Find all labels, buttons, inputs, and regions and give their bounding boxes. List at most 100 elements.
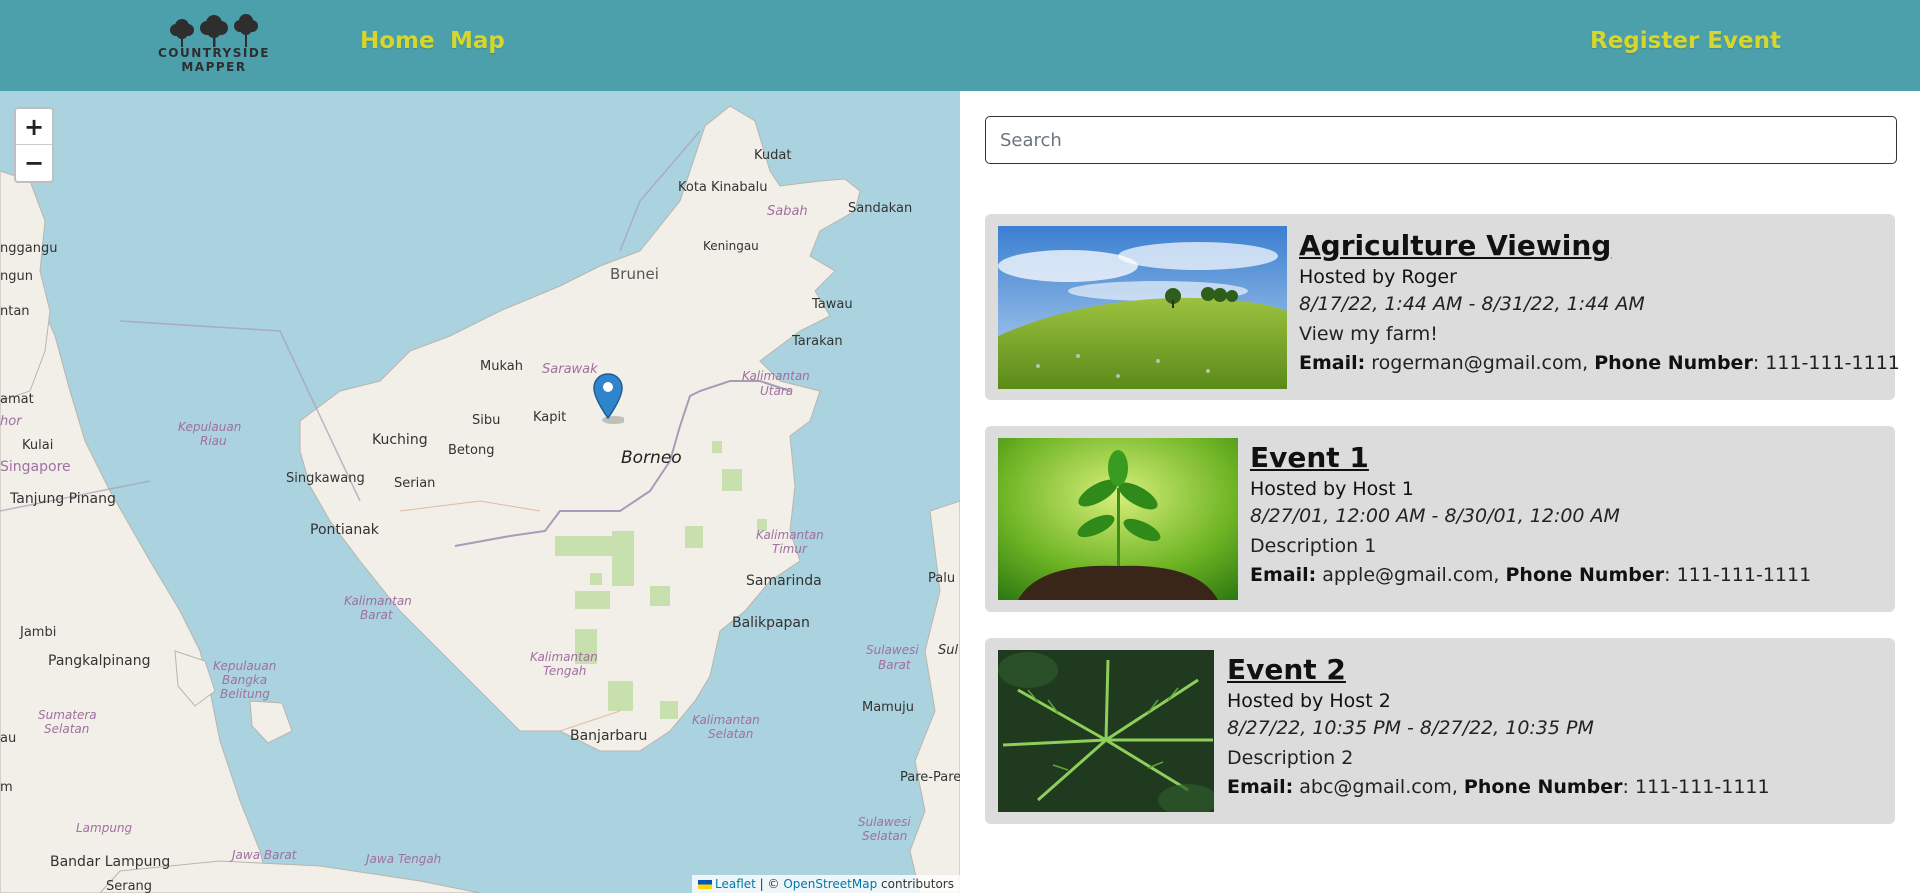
map-label: Keningau <box>703 239 759 253</box>
belitung-island <box>249 700 293 744</box>
map-label: Barat <box>360 608 394 622</box>
event-dates: 8/17/22, 1:44 AM - 8/31/22, 1:44 AM <box>1299 293 1645 315</box>
map-label: Selatan <box>44 722 89 736</box>
map-label: Sul <box>938 643 958 658</box>
event-thumbnail-meadow <box>998 226 1287 389</box>
map-label: Kepulauan <box>213 659 276 673</box>
event-email: apple@gmail.com <box>1322 564 1494 586</box>
attribution-separator: | © <box>755 877 784 891</box>
map-label: Kapit <box>533 410 566 425</box>
event-contact: Email: apple@gmail.com, Phone Number: 11… <box>1250 564 1812 586</box>
event-host: Hosted by Host 2 <box>1227 690 1391 712</box>
map-label: Singkawang <box>286 471 365 486</box>
event-host: Hosted by Host 1 <box>1250 478 1414 500</box>
map-label: Kepulauan <box>178 420 241 434</box>
sulawesi-landmass <box>909 500 960 893</box>
attribution-contributors: contributors <box>877 877 954 891</box>
map-label: au <box>0 731 16 746</box>
map-label: Kota Kinabalu <box>678 180 767 195</box>
event-email: rogerman@gmail.com <box>1371 352 1583 374</box>
nav-map-link[interactable]: Map <box>450 28 505 54</box>
map-label: nggangu <box>0 241 57 256</box>
event-thumbnail-palm <box>998 650 1214 812</box>
map-label: Betong <box>448 443 494 458</box>
map-label: Singapore <box>0 459 71 475</box>
map-label: Mukah <box>480 359 523 374</box>
map-label: amat <box>0 392 34 407</box>
leaflet-link[interactable]: Leaflet <box>715 877 756 891</box>
register-event-link[interactable]: Register Event <box>1590 28 1781 54</box>
logo-line-2: MAPPER <box>181 60 247 74</box>
nav-home-link[interactable]: Home <box>360 28 435 54</box>
map-label: Palu <box>928 571 955 586</box>
openstreetmap-link[interactable]: OpenStreetMap <box>783 877 877 891</box>
map-label: Selatan <box>862 829 907 843</box>
event-card[interactable]: Event 1 Hosted by Host 1 8/27/01, 12:00 … <box>985 426 1895 612</box>
event-contact: Email: abc@gmail.com, Phone Number: 111-… <box>1227 776 1770 798</box>
event-host: Hosted by Roger <box>1299 266 1457 288</box>
logo-text: COUNTRYSIDE MAPPER <box>148 46 280 74</box>
map-label: m <box>0 780 13 795</box>
map-label: Serang <box>106 879 152 893</box>
map-label: Kalimantan <box>742 369 810 383</box>
map-label: Jambi <box>19 625 56 640</box>
zoom-out-button[interactable]: − <box>16 145 52 181</box>
map-label: Pangkalpinang <box>48 653 150 669</box>
map-pin-icon[interactable] <box>592 372 624 424</box>
map-label: Lampung <box>76 821 133 835</box>
navbar: COUNTRYSIDE MAPPER Home Map Register Eve… <box>0 0 1920 91</box>
map-label: Utara <box>760 384 793 398</box>
email-label: Email: <box>1299 352 1366 374</box>
map-label: ntan <box>0 304 30 319</box>
map-label: Sandakan <box>848 201 912 216</box>
map-label: Selatan <box>708 727 753 741</box>
event-map[interactable]: Kudat Kota Kinabalu Sabah Sandakan Kenin… <box>0 91 960 893</box>
map-label: Samarinda <box>746 573 822 589</box>
map-label: Sabah <box>767 204 808 219</box>
event-description: Description 2 <box>1227 747 1354 769</box>
map-label: Sibu <box>472 413 500 428</box>
event-title-link[interactable]: Event 1 <box>1250 441 1369 474</box>
map-label: Kalimantan <box>344 594 412 608</box>
map-label: Sumatera <box>38 708 97 722</box>
map-label: hor <box>0 414 23 429</box>
map-label: Serian <box>394 476 435 491</box>
map-tiles: Kudat Kota Kinabalu Sabah Sandakan Kenin… <box>0 105 960 893</box>
map-label: Jawa Barat <box>230 848 298 862</box>
map-label: Kulai <box>22 438 53 453</box>
event-dates: 8/27/01, 12:00 AM - 8/30/01, 12:00 AM <box>1250 505 1620 527</box>
event-card[interactable]: Event 2 Hosted by Host 2 8/27/22, 10:35 … <box>985 638 1895 824</box>
phone-label: Phone Number <box>1594 352 1753 374</box>
map-label: Sulawesi <box>858 815 911 829</box>
phone-label: Phone Number <box>1463 776 1623 798</box>
event-title-link[interactable]: Agriculture Viewing <box>1299 229 1611 262</box>
map-label: Tengah <box>543 664 586 678</box>
map-label: Tanjung Pinang <box>9 491 116 507</box>
event-contact: Email: rogerman@gmail.com, Phone Number:… <box>1299 352 1900 374</box>
map-label: Kalimantan <box>692 713 760 727</box>
search-input[interactable] <box>985 116 1897 164</box>
map-label: Sulawesi <box>866 643 919 657</box>
map-label: Banjarbaru <box>570 728 647 744</box>
map-label: Bangka <box>222 673 267 687</box>
map-label: Sarawak <box>542 362 598 377</box>
ukraine-flag-icon <box>698 880 712 889</box>
event-title-link[interactable]: Event 2 <box>1227 653 1346 686</box>
event-phone: 111-111-1111 <box>1765 352 1900 374</box>
trees-logo-icon <box>170 14 258 47</box>
map-label: Timur <box>772 542 808 556</box>
map-label: Borneo <box>621 448 682 468</box>
event-thumbnail-sprout <box>998 438 1238 600</box>
map-label: Pare-Pare <box>900 770 960 785</box>
map-label: Bandar Lampung <box>50 854 170 870</box>
event-email: abc@gmail.com <box>1299 776 1452 798</box>
map-label: Kalimantan <box>530 650 598 664</box>
map-label: Brunei <box>610 265 659 283</box>
email-label: Email: <box>1227 776 1294 798</box>
map-label: Barat <box>878 658 912 672</box>
zoom-in-button[interactable]: + <box>16 109 52 145</box>
event-phone: 111-111-1111 <box>1676 564 1812 586</box>
event-description: Description 1 <box>1250 535 1377 557</box>
countryside-mapper-logo[interactable]: COUNTRYSIDE MAPPER <box>148 10 280 76</box>
event-card[interactable]: Agriculture Viewing Hosted by Roger 8/17… <box>985 214 1900 400</box>
